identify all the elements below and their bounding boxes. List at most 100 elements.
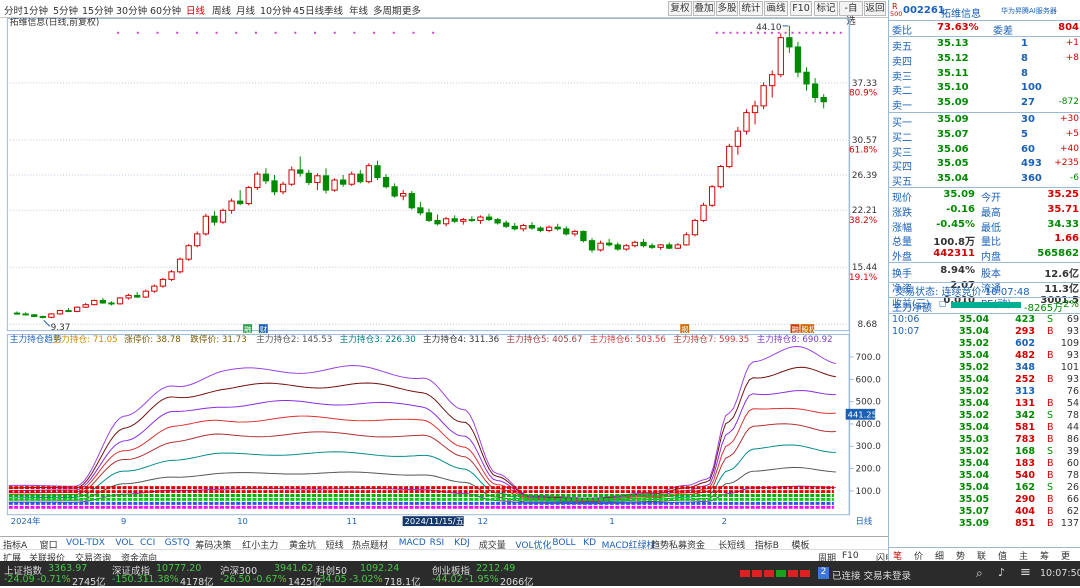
toolbar-button-1[interactable]: 叠加 (693, 1, 715, 16)
period-10[interactable]: 45日线 (293, 3, 324, 17)
candle (511, 222, 518, 231)
order-volume: 360 (1021, 173, 1042, 185)
menu-icon[interactable]: ≡ (1020, 565, 1031, 580)
connection-status[interactable]: 已连接 交易未登录 (832, 568, 911, 582)
indicator-legend-item: 主力持仓: 71.05 (53, 333, 118, 345)
signal-dot (826, 31, 828, 34)
tick-price: 35.04 (959, 458, 990, 469)
indicator-legend-item: 主力持仓6: 503.56 (590, 333, 666, 345)
status-bar: 上证指数 3363.97 -24.09 -0.71% 2745亿 深证成指 10777.20… (0, 561, 1080, 588)
concept-tag[interactable]: 华为昇腾AI服务器 (1001, 6, 1057, 16)
market-breadth-bar (752, 570, 762, 577)
search-icon[interactable]: ⌕ (976, 566, 983, 581)
indicator-tab-4[interactable]: CCI (140, 538, 155, 548)
indicator-legend-item: 主力持仓4: 311.36 (423, 333, 499, 345)
connection-badge[interactable]: 2 (818, 567, 829, 579)
date-tick-label: 11 (347, 516, 358, 526)
candle (134, 292, 141, 298)
candle (734, 126, 742, 155)
candle (279, 181, 287, 195)
candle (125, 293, 132, 300)
index-value: 3941.62 (274, 563, 314, 574)
market-breadth-bar (740, 570, 750, 577)
trade-status: 交易状态: 连续竞价 10:07:48 (895, 287, 1030, 298)
candle (82, 302, 89, 309)
tick-price: 35.07 (959, 506, 990, 517)
index-value: 10777.20 (156, 563, 202, 574)
period-7[interactable]: 周线 (212, 3, 231, 17)
tick-count: 26 (1066, 482, 1079, 493)
period-5[interactable]: 60分钟 (150, 3, 181, 17)
order-price: 35.07 (937, 128, 969, 140)
order-level-label: 卖三 (892, 71, 912, 83)
indicator-tab-3[interactable]: VOL (115, 538, 133, 548)
period-8[interactable]: 月线 (236, 3, 255, 17)
indicator-tab-5[interactable]: GSTQ (165, 538, 190, 548)
toolbar-button-2[interactable]: 多股 (716, 1, 738, 16)
order-change: +5 (1065, 128, 1079, 139)
candle (219, 208, 227, 224)
period-14[interactable]: 更多 (402, 3, 421, 17)
candle (151, 284, 158, 293)
toolbar-button-3[interactable]: 统计 (739, 1, 763, 16)
period-9[interactable]: 10分钟 (260, 3, 291, 17)
indicator-tab-11[interactable]: MACD (399, 538, 426, 548)
low-price-label: 9.37 (51, 323, 71, 333)
candle (563, 226, 570, 236)
right-tab-1[interactable]: F10 (842, 551, 859, 561)
tick-count: 60 (1066, 458, 1079, 469)
period-2[interactable]: 5分钟 (53, 3, 78, 17)
signal-dot (314, 31, 317, 34)
toolbar-button-5[interactable]: F10 (790, 1, 812, 16)
toolbar-button-7[interactable]: -自选 (839, 1, 863, 27)
period-4[interactable]: 30分钟 (116, 3, 147, 17)
tick-row: 35.02 313 76 (889, 386, 1080, 398)
order-volume: 30 (1021, 114, 1035, 125)
tick-price: 35.04 (959, 326, 990, 337)
candle (451, 215, 458, 223)
indicator-tick-label: 700.0 (856, 353, 882, 363)
period-12[interactable]: 年线 (349, 3, 368, 17)
order-book-row: 买三 35.06 60 +40 (889, 143, 1080, 159)
index-pct: -3.02% (349, 574, 383, 585)
period-0[interactable]: 分时 (4, 3, 23, 17)
tick-count: 137 (1060, 518, 1079, 529)
candle (477, 215, 484, 224)
stat-label: 量比 (981, 237, 1001, 249)
period-3[interactable]: 15分钟 (82, 3, 113, 17)
bell-icon[interactable]: ♪ (998, 566, 1005, 579)
period-13[interactable]: 多周期 (373, 3, 402, 17)
tick-price: 35.04 (959, 482, 990, 493)
period-1[interactable]: 1分钟 (23, 3, 48, 17)
indicator-tab-12[interactable]: RSI (430, 538, 445, 548)
stat-label: 内盘 (981, 252, 1001, 264)
indicator-tab-2[interactable]: VOL-TDX (66, 538, 105, 548)
tick-side: B (1047, 458, 1054, 469)
quote-header: R 500 002261 拓维信息 华为昇腾AI服务器 (889, 2, 1080, 20)
signal-dot (195, 31, 198, 34)
toolbar-button-4[interactable]: 画线 (764, 1, 788, 16)
tick-count: 54 (1066, 398, 1079, 409)
order-level-label: 卖二 (892, 86, 912, 98)
tick-volume: 348 (1015, 362, 1035, 373)
signal-dot (333, 31, 336, 34)
toolbar-button-0[interactable]: 复权 (668, 1, 692, 16)
toolbar-button-8[interactable]: 返回 (864, 1, 886, 16)
period-11[interactable]: 季线 (324, 3, 343, 17)
signal-dot (736, 31, 739, 34)
candle (245, 185, 252, 206)
tick-row: 35.07 404 B 62 (889, 506, 1080, 518)
order-price: 35.13 (937, 38, 969, 49)
indicator-tab-13[interactable]: KDJ (454, 538, 470, 548)
indicator-tab-17[interactable]: KD (583, 538, 596, 548)
period-6[interactable]: 日线 (186, 3, 205, 17)
indicator-tab-16[interactable]: BOLL (552, 538, 575, 548)
indicator-tick-label: 200.0 (856, 465, 882, 475)
indicator-legend-item: 涨停价: 38.78 (124, 333, 180, 345)
chart-area[interactable]: 37.3380.9% 30.5761.8% 26.39 22.2138.2% 15.44… (0, 18, 888, 528)
toolbar-button-6[interactable]: 标记 (814, 1, 838, 16)
candle (142, 289, 149, 298)
tick-row: 35.04 252 B 93 (889, 374, 1080, 386)
index-pct: -1.95% (465, 574, 499, 585)
tick-side: B (1047, 374, 1054, 385)
